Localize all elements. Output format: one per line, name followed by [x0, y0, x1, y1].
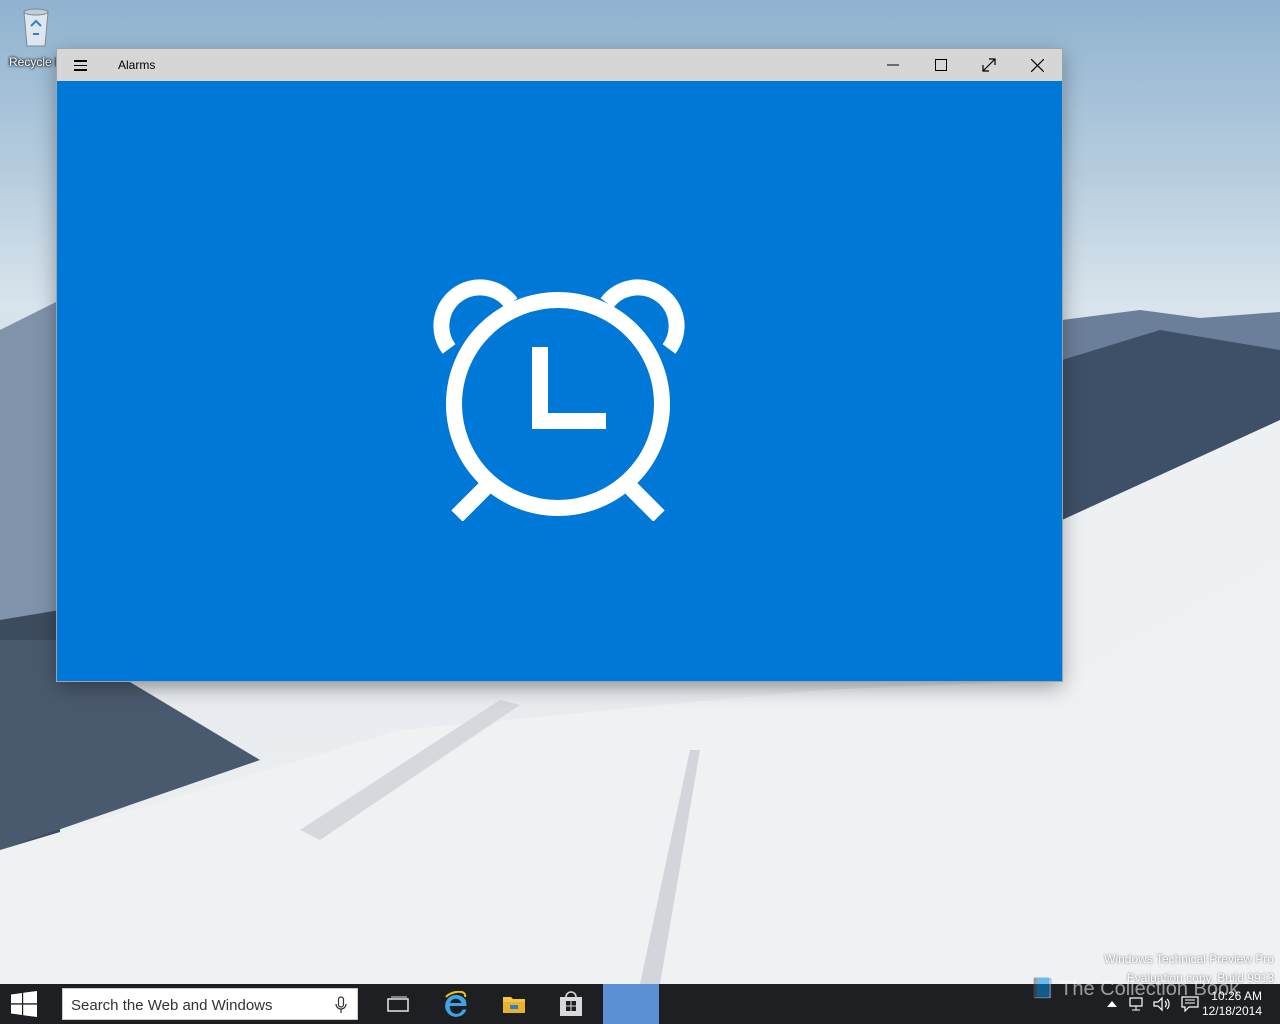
search-box[interactable]: Search the Web and Windows: [62, 988, 358, 1020]
fullscreen-button[interactable]: [966, 49, 1012, 81]
windows-logo-icon: [11, 991, 37, 1017]
title-bar[interactable]: Alarms: [57, 49, 1062, 81]
close-button[interactable]: [1014, 49, 1060, 81]
minimize-button[interactable]: [870, 49, 916, 81]
file-explorer-icon: [503, 997, 525, 1013]
alarms-window: Alarms: [57, 49, 1062, 681]
clock-date: 12/18/2014: [1201, 1004, 1262, 1018]
store-icon: [560, 991, 582, 1016]
task-view-button[interactable]: [374, 984, 422, 1024]
window-title: Alarms: [118, 58, 156, 72]
task-view-icon: [387, 996, 409, 1012]
chevron-up-icon: [1107, 1001, 1117, 1007]
alarms-taskbar-button[interactable]: [603, 984, 659, 1024]
store-button[interactable]: [547, 984, 595, 1024]
alarm-clock-icon: [433, 279, 685, 521]
microphone-icon[interactable]: [335, 996, 347, 1014]
splash-screen: [57, 81, 1062, 681]
file-explorer-button[interactable]: [490, 984, 538, 1024]
search-placeholder: Search the Web and Windows: [71, 997, 273, 1014]
maximize-button[interactable]: [918, 49, 964, 81]
fullscreen-icon: [982, 58, 996, 72]
overlay-brand-watermark: 📘 The Collection Book: [1030, 976, 1239, 1001]
internet-explorer-icon: [445, 991, 467, 1017]
recycle-bin-icon: [23, 8, 49, 47]
overlay-brand-text: The Collection Book: [1060, 978, 1240, 1000]
minimize-icon: [887, 64, 899, 66]
watermark-line1: Windows Technical Preview Pro: [1104, 952, 1274, 966]
maximize-icon: [935, 59, 947, 71]
close-icon: [1030, 58, 1044, 72]
hamburger-icon[interactable]: [71, 57, 93, 73]
start-button[interactable]: [0, 984, 48, 1024]
book-icon: 📘: [1030, 978, 1055, 1000]
internet-explorer-button[interactable]: [432, 984, 480, 1024]
